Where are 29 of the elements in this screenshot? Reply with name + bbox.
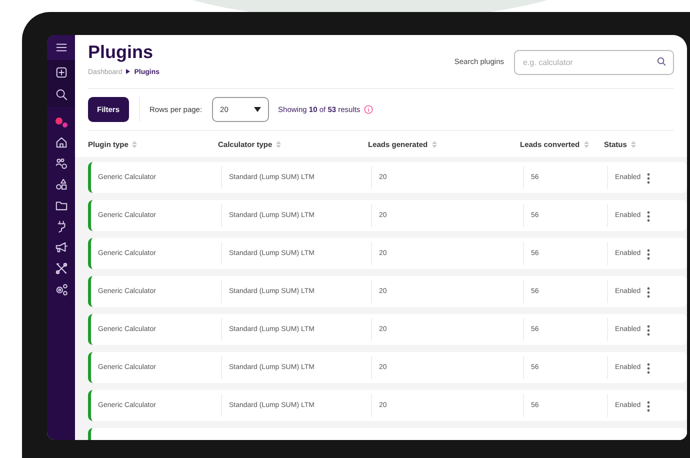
add-icon[interactable] (54, 66, 68, 79)
info-icon[interactable] (364, 105, 374, 114)
more-options-button[interactable] (646, 249, 650, 260)
sort-icon (584, 140, 589, 148)
more-options-button[interactable] (646, 363, 650, 374)
breadcrumb-arrow-icon (126, 69, 130, 74)
more-options-button[interactable] (646, 401, 650, 412)
search-field[interactable]: e.g. calculator (514, 50, 674, 75)
folder-icon[interactable] (54, 199, 68, 212)
menu-icon[interactable] (54, 41, 68, 54)
more-options-button[interactable] (646, 287, 650, 298)
sort-icon (132, 140, 138, 148)
page-title: Plugins (88, 43, 154, 63)
gears-icon[interactable] (54, 283, 68, 296)
search-icon[interactable] (54, 88, 68, 101)
tools-icon[interactable] (54, 262, 68, 275)
more-options-button[interactable] (646, 211, 650, 222)
more-options-button[interactable] (646, 173, 650, 184)
sort-icon (432, 140, 437, 148)
sort-icon (630, 140, 636, 148)
logo-icon (54, 117, 68, 128)
megaphone-icon[interactable] (54, 241, 68, 254)
shapes-icon[interactable] (54, 178, 68, 191)
home-icon[interactable] (54, 136, 68, 149)
plug-icon[interactable] (54, 220, 68, 233)
search-icon (657, 57, 666, 66)
more-options-button[interactable] (646, 325, 650, 336)
sort-icon (276, 140, 282, 148)
caret-icon (254, 107, 262, 112)
